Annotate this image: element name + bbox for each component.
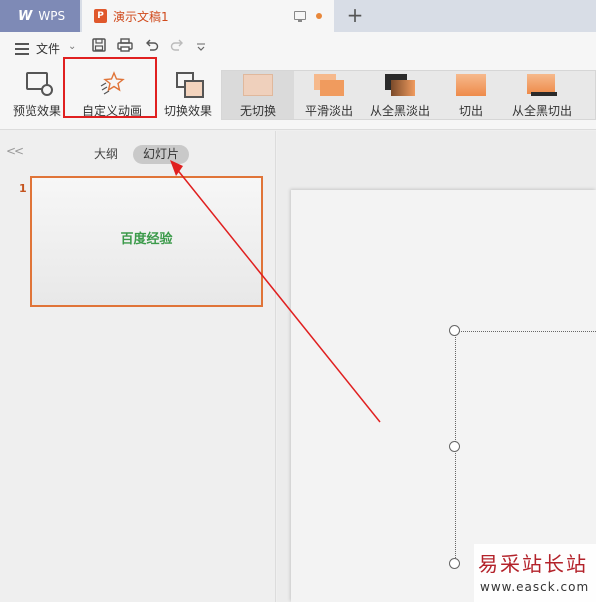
watermark-url: www.easck.com (480, 580, 590, 594)
watermark-title: 易采站长站 (478, 552, 588, 576)
annotation-arrow (170, 160, 381, 423)
watermark: 易采站长站 www.easck.com (474, 544, 596, 602)
wps-presentation-window: W WPS P 演示文稿1 + 文件 ⌄ 预览效果 自定义动画 切换效果 无切换… (0, 0, 596, 602)
